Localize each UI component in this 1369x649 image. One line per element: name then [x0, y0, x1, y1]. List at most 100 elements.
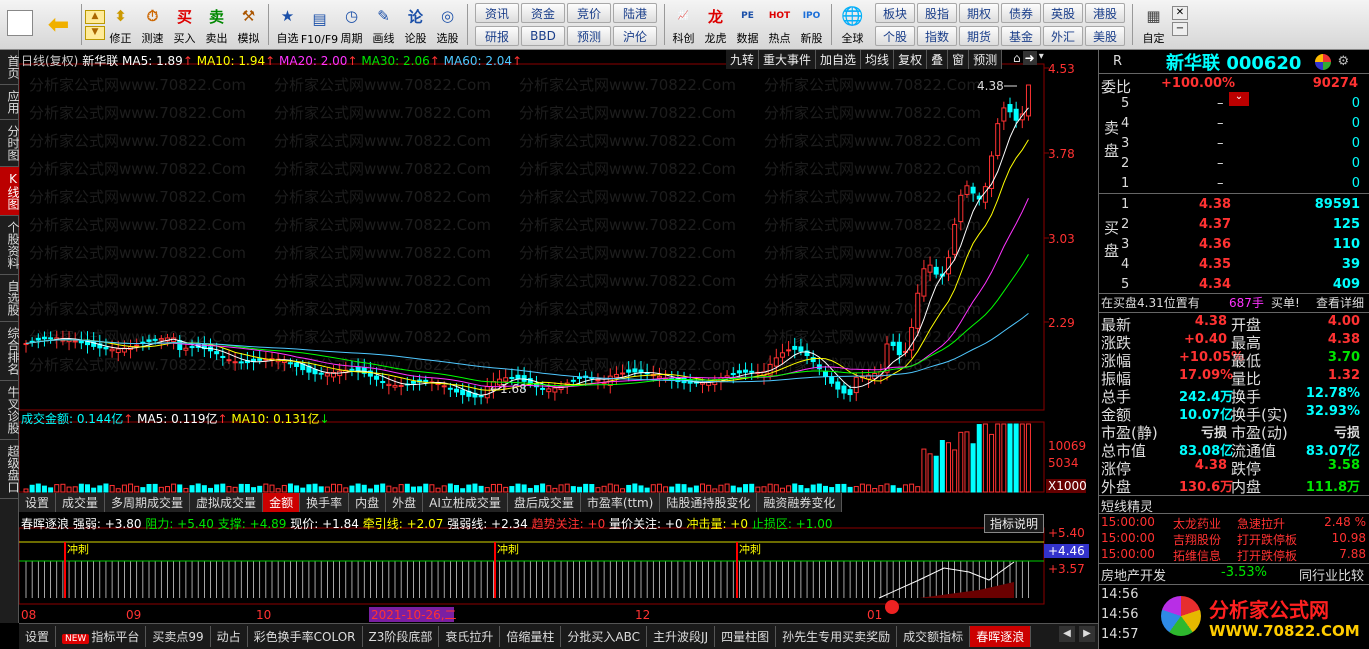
chart-canvas[interactable]: 分析家公式网www.70822.Com 分析家公式网www.70822.Com 分析…	[19, 50, 1098, 623]
hammer-button[interactable]: ⚒ 模拟	[233, 0, 265, 49]
market-link[interactable]: 英股	[1043, 3, 1083, 23]
color-wheel-icon[interactable]	[1315, 53, 1332, 70]
market-link[interactable]: 债券	[1001, 3, 1041, 23]
event-marker-icon[interactable]	[885, 600, 899, 614]
volume-tab[interactable]: 多周期成交量	[105, 493, 191, 512]
market-link[interactable]: 期权	[959, 3, 999, 23]
toolbar-link[interactable]: 沪伦	[613, 26, 657, 46]
market-link[interactable]: 指数	[917, 26, 957, 46]
volume-tab[interactable]: 设置	[19, 493, 57, 512]
bottom-tab[interactable]: 主升波段JJ	[647, 626, 716, 647]
dragon-button[interactable]: 龙龙虎	[700, 0, 732, 49]
toolbar-link[interactable]: 研报	[475, 26, 519, 46]
forum-button[interactable]: 论论股	[400, 0, 432, 49]
updown-button[interactable]: ⬍ 修正	[105, 0, 137, 49]
r-icon[interactable]: R	[1113, 54, 1122, 69]
toolbar-link[interactable]: 预测	[567, 26, 611, 46]
bottom-tab[interactable]: 春晖逐浪	[970, 626, 1032, 647]
close-icon[interactable]: ✕	[1172, 6, 1188, 20]
bottom-tab[interactable]: 成交额指标	[897, 626, 971, 647]
volume-tab[interactable]: 成交量	[56, 493, 106, 512]
sell-button[interactable]: 卖卖出	[201, 0, 233, 49]
chart-top-button[interactable]: 重大事件	[759, 50, 817, 69]
select-button[interactable]: ◎ 选股	[432, 0, 464, 49]
leftnav-item[interactable]: 应用	[0, 85, 20, 120]
market-link[interactable]: 基金	[1001, 26, 1041, 46]
bottom-tab[interactable]: 设置	[19, 626, 57, 647]
market-link[interactable]: 个股	[875, 26, 915, 46]
bottom-tab[interactable]: 动占	[211, 626, 248, 647]
volume-tab[interactable]: 内盘	[349, 493, 387, 512]
bottom-tab[interactable]: 衰氏拉升	[439, 626, 501, 647]
indicator-help-button[interactable]: 指标说明	[984, 514, 1045, 533]
leftnav-item[interactable]: 分时图	[0, 120, 20, 167]
down-arrow-icon[interactable]: ▼	[85, 25, 105, 40]
lock-icon[interactable]: ⌂	[1013, 51, 1021, 65]
volume-tab[interactable]: 市盈率(ttm)	[580, 493, 661, 512]
arrow-right-icon[interactable]: ➜	[1022, 51, 1037, 65]
leftnav-item[interactable]: 超级盘口	[0, 440, 20, 499]
star-button[interactable]: ★ 自选	[272, 0, 304, 49]
hot-button[interactable]: HOT 热点	[764, 0, 796, 49]
market-link[interactable]: 外汇	[1043, 26, 1083, 46]
pe-button[interactable]: PE 数据	[732, 0, 764, 49]
pen-button[interactable]: ✎ 画线	[368, 0, 400, 49]
chart-top-button[interactable]: 窗	[948, 50, 970, 69]
scroll-right-icon[interactable]: ▶	[1079, 626, 1095, 642]
volume-tab[interactable]: 融资融券变化	[757, 493, 843, 512]
volume-tab[interactable]: 外盘	[386, 493, 424, 512]
toolbar-link[interactable]: 陆港	[613, 3, 657, 23]
bottom-tab[interactable]: 彩色换手率COLOR	[248, 626, 363, 647]
volume-tab[interactable]: 盘后成交量	[507, 493, 581, 512]
gear-icon[interactable]: ⚙	[1337, 54, 1349, 69]
up-arrow-icon[interactable]: ▲	[85, 9, 105, 24]
back-button[interactable]: ⬅	[40, 0, 78, 49]
chart-top-button[interactable]: 复权	[894, 50, 928, 69]
quote-title-bar: R 新华联 000620 ⚙	[1099, 50, 1369, 74]
toolbar-link[interactable]: 资金	[521, 3, 565, 23]
custom-button[interactable]: ▦ 自定	[1136, 0, 1172, 49]
volume-tab[interactable]: 换手率	[300, 493, 350, 512]
volume-tab[interactable]: 陆股通持股变化	[660, 493, 758, 512]
bottom-tab[interactable]: 倍缩量柱	[500, 626, 562, 647]
bottom-tab[interactable]: 孙先生专用买卖奖励	[776, 626, 898, 647]
chart-top-button[interactable]: 均线	[861, 50, 895, 69]
toolbar-link[interactable]: 资讯	[475, 3, 519, 23]
chart-top-button[interactable]: 叠	[927, 50, 949, 69]
volume-tab[interactable]: AI立桩成交量	[423, 493, 508, 512]
chevron-down-icon[interactable]: ▾	[1039, 51, 1044, 65]
color-grid-button[interactable]	[0, 0, 40, 49]
scroll-left-icon[interactable]: ◀	[1059, 626, 1075, 642]
bottom-tab[interactable]: 四量柱图	[715, 626, 777, 647]
market-link[interactable]: 期货	[959, 26, 999, 46]
volume-tab[interactable]: 金额	[263, 493, 301, 512]
chart-top-button[interactable]: 九转	[726, 50, 760, 69]
leftnav-item[interactable]: 自选股	[0, 275, 20, 322]
f10-button[interactable]: ▤ F10/F9	[301, 0, 338, 49]
leftnav-item[interactable]: K线图	[0, 167, 20, 216]
minimize-icon[interactable]: −	[1172, 22, 1188, 36]
toolbar-link[interactable]: BBD	[521, 26, 565, 46]
market-link[interactable]: 美股	[1085, 26, 1125, 46]
market-link[interactable]: 股指	[917, 3, 957, 23]
market-link[interactable]: 板块	[875, 3, 915, 23]
bottom-tab[interactable]: Z3阶段底部	[363, 626, 440, 647]
volume-tab[interactable]: 虚拟成交量	[190, 493, 264, 512]
chart-top-button[interactable]: 加自选	[816, 50, 862, 69]
bottom-tab[interactable]: NEW 指标平台	[56, 626, 147, 647]
kechuang-button[interactable]: 📈 科创	[668, 0, 700, 49]
leftnav-item[interactable]: 牛叉诊股	[0, 381, 20, 440]
globe-button[interactable]: 🌐 全球	[835, 0, 871, 49]
bottom-tab[interactable]: 买卖点99	[146, 626, 211, 647]
clock-button[interactable]: ◷ 周期	[336, 0, 368, 49]
buy-button[interactable]: 买买入	[169, 0, 201, 49]
leftnav-item[interactable]: 综合排名	[0, 322, 20, 381]
bottom-tab[interactable]: 分批买入ABC	[561, 626, 648, 647]
toolbar-link[interactable]: 竞价	[567, 3, 611, 23]
market-link[interactable]: 港股	[1085, 3, 1125, 23]
ipo-button[interactable]: IPO 新股	[796, 0, 828, 49]
leftnav-item[interactable]: 个股资料	[0, 216, 20, 275]
chart-top-button[interactable]: 预测	[969, 50, 1003, 69]
speed-button[interactable]: ⏱ 测速	[137, 0, 169, 49]
leftnav-item[interactable]: 首页	[0, 50, 20, 85]
